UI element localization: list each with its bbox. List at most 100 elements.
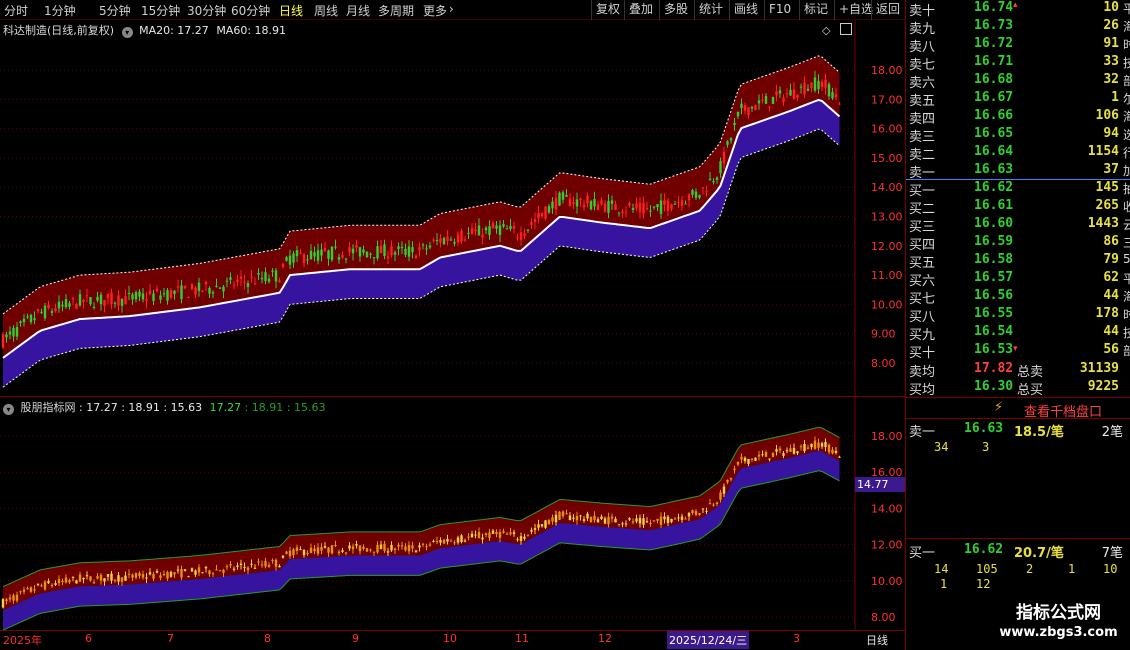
candle-body [365, 548, 369, 552]
candle-body [747, 107, 750, 116]
candle-body [481, 234, 484, 238]
mark-button[interactable]: 标记 [799, 0, 832, 20]
candle-body [421, 543, 425, 545]
candle-body [239, 276, 243, 279]
tab-30min[interactable]: 30分钟 [187, 2, 226, 19]
candle-body [435, 240, 439, 242]
level-volume: 44 [1103, 324, 1119, 339]
tab-15min[interactable]: 15分钟 [141, 2, 180, 19]
candle-body [218, 287, 222, 289]
candle-body [215, 569, 218, 571]
candle-body [663, 516, 666, 520]
bid-row[interactable]: 买八 16.55 178 时 [906, 306, 1130, 325]
candle-body [22, 318, 26, 323]
bid-row[interactable]: 买一 16.62 145 抽 [906, 180, 1130, 199]
ask-row[interactable]: 卖十 16.74 10 平 [906, 0, 1130, 19]
candle-body [152, 293, 155, 301]
level-price: 16.57 [974, 270, 1014, 285]
ask-row[interactable]: 卖七 16.71 33 技 [906, 54, 1130, 73]
view-depth-link[interactable]: 查看千档盘口 [1024, 401, 1102, 420]
ask-row[interactable]: 卖三 16.65 94 选 [906, 126, 1130, 145]
level-label: 卖十 [909, 4, 936, 19]
candle-body [733, 468, 736, 471]
tab-5min[interactable]: 5分钟 [99, 2, 131, 19]
candle-body [145, 299, 148, 301]
x-axis: 2025年 6 7 8 9 10 11 12 2025/12/24/三 3 日线 [0, 630, 905, 650]
candle-body [509, 532, 512, 535]
candle-body [743, 105, 747, 111]
candle-body [698, 194, 701, 198]
candle-body [624, 523, 628, 525]
statistics-button[interactable]: 统计 [694, 0, 727, 20]
candle-body [810, 82, 813, 89]
candle-body [267, 564, 271, 567]
candle-body [488, 226, 491, 235]
candle-body [481, 537, 484, 540]
f10-button[interactable]: F10 [764, 0, 795, 20]
bid-row[interactable]: 买七 16.56 44 海 [906, 288, 1130, 307]
candle-body [694, 191, 698, 198]
ask-row[interactable]: 卖二 16.64 1154 行 [906, 144, 1130, 163]
candle-body [54, 583, 57, 585]
level-label: 卖五 [909, 94, 936, 109]
candle-body [131, 294, 134, 300]
candle-body [120, 299, 124, 306]
candle-body [47, 304, 50, 309]
tab-multi-period[interactable]: 多周期 [378, 2, 414, 19]
level-volume: 32 [1103, 72, 1119, 87]
bid-row[interactable]: 买四 16.59 86 三 [906, 234, 1130, 253]
adjust-button[interactable]: 复权 [591, 0, 624, 20]
tab-monthly[interactable]: 月线 [346, 2, 370, 19]
candle-body [428, 544, 432, 546]
multi-stock-button[interactable]: 多股 [659, 0, 692, 20]
candle-body [117, 295, 120, 306]
ask-row[interactable]: 卖五 16.67 1 尔 [906, 90, 1130, 109]
tab-daily[interactable]: 日线 [279, 2, 303, 19]
candle-body [824, 442, 827, 447]
draw-line-button[interactable]: 画线 [729, 0, 762, 20]
chevron-right-icon[interactable]: › [449, 2, 454, 16]
tab-60min[interactable]: 60分钟 [231, 2, 270, 19]
level-price: 16.72 [974, 36, 1014, 51]
candle-body [488, 532, 491, 538]
ask-row[interactable]: 卖八 16.72 91 时 [906, 36, 1130, 55]
indicator-panel[interactable]: ▾ 股朋指标网 : 17.27 : 18.91 : 15.63 17.27 : … [0, 396, 905, 631]
candle-body [372, 551, 376, 553]
candle-body [610, 516, 614, 519]
candle-body [764, 452, 768, 457]
bid-row[interactable]: 买六 16.57 62 平 [906, 270, 1130, 289]
overlay-button[interactable]: 叠加 [624, 0, 657, 20]
ask-row[interactable]: 卖九 16.73 26 海 [906, 18, 1130, 37]
side-text: 加 [1123, 164, 1130, 178]
tab-fenshi[interactable]: 分时 [4, 2, 28, 19]
tab-more[interactable]: 更多 [423, 2, 447, 19]
main-kline-panel[interactable]: 科达制造(日线,前复权) ▾ MA20: 17.27 MA60: 18.91 ◇… [0, 20, 905, 396]
tab-weekly[interactable]: 周线 [314, 2, 338, 19]
candle-body [29, 314, 33, 323]
candle-body [327, 250, 330, 259]
bid-row[interactable]: 买九 16.54 44 技 [906, 324, 1130, 343]
depth-link-bar[interactable]: ⚡ 查看千档盘口 [906, 397, 1130, 420]
level-volume: 1443 [1087, 216, 1119, 231]
bid-row[interactable]: 买二 16.61 265 收 [906, 198, 1130, 217]
candle-body [474, 229, 477, 232]
candle-body [299, 253, 302, 255]
candle-body [575, 199, 579, 207]
candle-body [540, 212, 544, 217]
candle-body [491, 222, 495, 229]
ask-row[interactable]: 卖六 16.68 32 部 [906, 72, 1130, 91]
bid-row[interactable]: 买五 16.58 79 5 [906, 252, 1130, 271]
tab-1min[interactable]: 1分钟 [44, 2, 76, 19]
candle-body [526, 229, 530, 231]
candle-body [411, 545, 414, 549]
candle-body [439, 238, 442, 243]
queue-item: 1 [1068, 562, 1076, 576]
bid-row[interactable]: 买三 16.60 1443 云 [906, 216, 1130, 235]
bid-row[interactable]: 买十 16.53 56 部 [906, 342, 1130, 361]
ask-row[interactable]: 卖四 16.66 106 海 [906, 108, 1130, 127]
candle-body [222, 286, 225, 292]
candle-body [572, 517, 575, 519]
ask-row[interactable]: 卖一 16.63 37 加 [906, 162, 1130, 181]
candle-body [673, 518, 677, 520]
back-button[interactable]: 返回 [871, 0, 904, 20]
